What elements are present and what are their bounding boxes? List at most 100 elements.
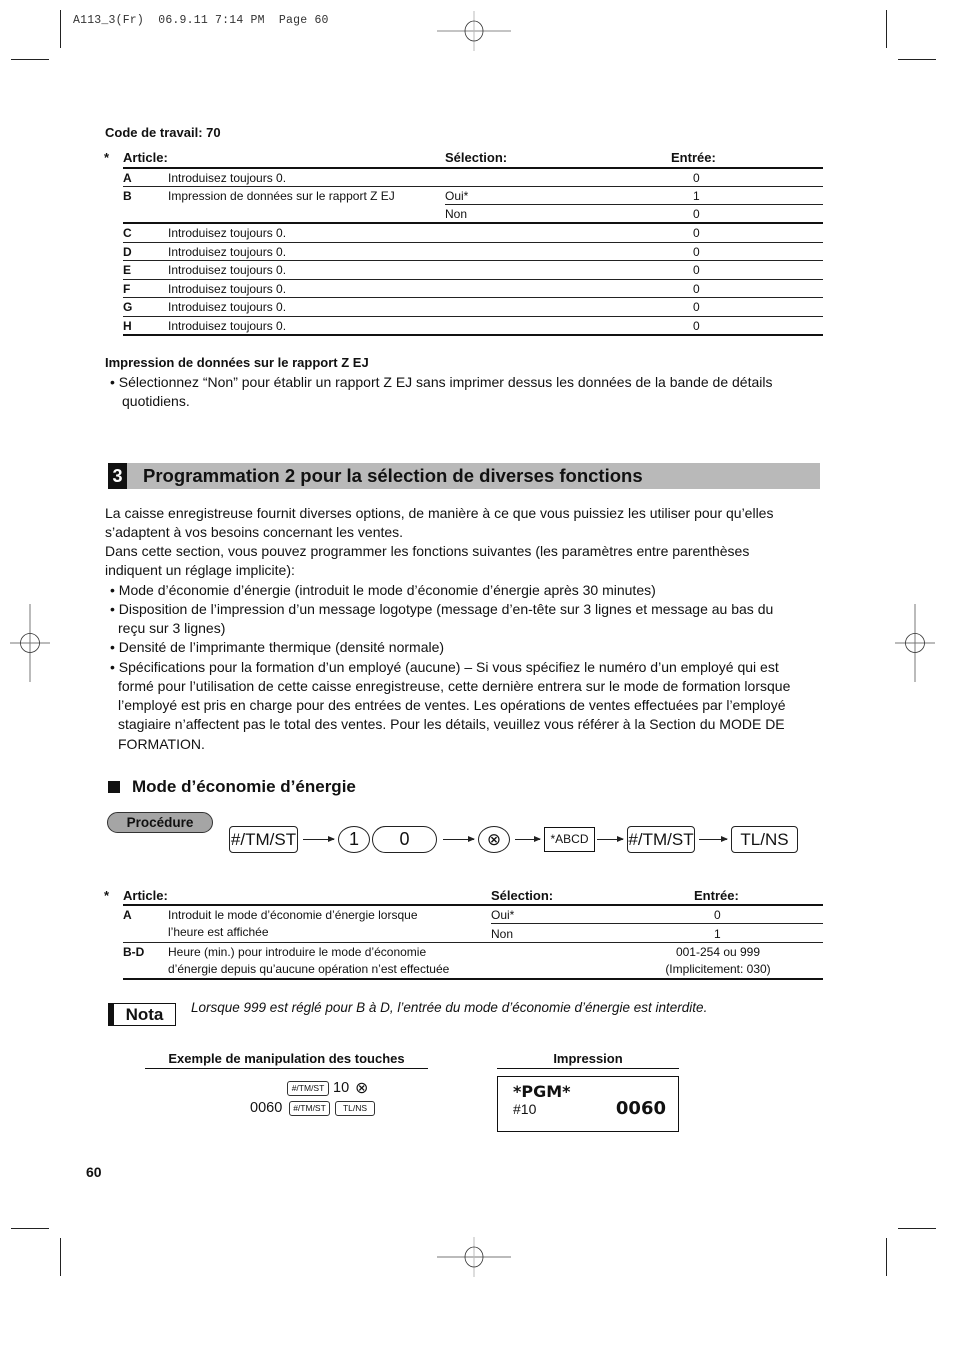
row-desc: Heure (min.) pour introduire le mode d’é… (168, 945, 427, 959)
row-key: D (123, 244, 132, 259)
crop-mark (886, 1238, 887, 1276)
feature-bullet-cont: l’employé est pris en charge pour des en… (118, 697, 786, 713)
row-desc: Introduisez toujours 0. (168, 263, 287, 277)
table-row: C Introduisez toujours 0. 0 (123, 224, 823, 243)
receipt-line1: *PGM* (513, 1082, 571, 1101)
key-tm-st: #/TM/ST (289, 1101, 330, 1116)
table-row: A Introduisez toujours 0. 0 (123, 169, 823, 187)
crop-mark (898, 1228, 936, 1229)
row-key: C (123, 226, 132, 240)
key-tl-ns: TL/NS (335, 1101, 375, 1116)
intro-line: indiquent un réglage implicite): (105, 562, 295, 578)
row-entry: 0 (714, 908, 721, 922)
table-rule (123, 942, 823, 943)
row-entry: 001-254 ou 999 (675, 945, 761, 959)
table-header: Article: Sélection: Entrée: (105, 150, 823, 168)
key-1: 1 (338, 826, 370, 853)
row-selection: Non (491, 927, 514, 941)
header-article: Article: (123, 888, 168, 903)
row-desc: Introduisez toujours 0. (168, 226, 287, 240)
header-selection: Sélection: (445, 150, 508, 165)
row-entry: 0 (693, 226, 700, 240)
header-selection: Sélection: (491, 888, 554, 903)
row-entry: 0 (693, 207, 700, 221)
row-key: H (123, 318, 132, 333)
feature-bullet: • Mode d’économie d’énergie (introduit l… (110, 582, 656, 598)
receipt-line2-right: 0060 (615, 1098, 666, 1119)
arrow-icon (303, 836, 335, 842)
feature-bullet-cont: reçu sur 3 lignes) (118, 620, 226, 636)
circled-x-icon: ⊗ (355, 1080, 369, 1097)
crop-mark (898, 59, 936, 60)
arrow-icon (515, 836, 541, 842)
example-value: 10 (333, 1080, 350, 1096)
table-row: H Introduisez toujours 0. 0 (123, 317, 823, 336)
registration-mark-left (10, 604, 50, 682)
arrow-icon (597, 836, 624, 842)
crop-mark (60, 10, 61, 48)
table-rule (123, 334, 823, 336)
row-key: F (123, 281, 131, 296)
row-desc: Introduisez toujours 0. (168, 318, 287, 333)
example-value: 0060 (250, 1100, 283, 1116)
registration-mark-right (895, 604, 935, 682)
zej-note-bullet-cont: quotidiens. (122, 393, 190, 409)
row-desc: d’énergie depuis qu’aucune opération n’e… (168, 962, 450, 976)
feature-bullet-cont: stagiaire n’affectent pas le total des v… (118, 716, 785, 732)
job-code-title: Code de travail: 70 (105, 125, 221, 140)
table-rule (123, 978, 823, 980)
table-row: G Introduisez toujours 0. 0 (123, 298, 823, 317)
table-row: F Introduisez toujours 0. 0 (123, 280, 823, 299)
table-rule (123, 904, 823, 906)
row-desc: Introduisez toujours 0. (168, 244, 287, 259)
row-entry: 0 (693, 300, 700, 314)
row-key: B-D (123, 945, 145, 959)
arrow-icon (443, 836, 475, 842)
key-tm-st: #/TM/ST (229, 826, 298, 853)
row-entry: 0 (693, 171, 700, 185)
crop-mark (886, 10, 887, 48)
job-code-table: Article: Sélection: Entrée: (105, 150, 823, 168)
registration-mark-bottom (437, 1237, 511, 1277)
row-selection: Oui* (445, 189, 469, 203)
table-rule (445, 204, 823, 205)
page-number: 60 (86, 1164, 102, 1180)
crop-mark (60, 1238, 61, 1276)
receipt-line2-left: #10 (513, 1101, 537, 1117)
zej-note-title: Impression de données sur le rapport Z E… (105, 355, 369, 370)
feature-bullet: • Densité de l’imprimante thermique (den… (110, 639, 445, 655)
feature-bullet-cont: FORMATION. (118, 736, 205, 752)
row-key: E (123, 263, 132, 277)
arrow-icon (699, 836, 728, 842)
registration-mark-top (437, 11, 511, 51)
print-slug: A113_3(Fr) 06.9.11 7:14 PM Page 60 (73, 14, 329, 27)
section-number: 3 (108, 463, 127, 489)
row-desc: Impression de données sur le rapport Z E… (168, 189, 395, 203)
key-tm-st: #/TM/ST (627, 826, 695, 853)
row-key: A (123, 171, 132, 185)
energy-mode-title: Mode d’économie d’énergie (132, 777, 356, 796)
section-title: Programmation 2 pour la sélection de div… (143, 465, 643, 486)
crop-mark (11, 1228, 49, 1229)
row-entry: 0 (693, 281, 700, 296)
receipt-printout: *PGM* #10 0060 (497, 1076, 679, 1132)
crop-mark (11, 59, 49, 60)
row-entry: 1 (714, 927, 721, 941)
row-selection: Oui* (491, 908, 515, 922)
row-entry: 1 (693, 189, 700, 203)
row-key: G (123, 300, 133, 314)
key-tl-ns: TL/NS (731, 826, 798, 853)
table-rule (491, 923, 823, 924)
row-desc: Introduisez toujours 0. (168, 171, 287, 185)
intro-line: s’adaptent à vos besoins concernant les … (105, 524, 404, 540)
row-selection: Non (445, 207, 468, 221)
table-row: E Introduisez toujours 0. 0 (123, 261, 823, 280)
row-entry: 0 (693, 318, 700, 333)
impression-title: Impression (497, 1051, 679, 1069)
row-key: A (123, 908, 132, 922)
table2-asterisk: * (104, 888, 110, 903)
header-article: Article: (123, 150, 168, 165)
key-tm-st: #/TM/ST (287, 1081, 329, 1096)
table-row: B Impression de données sur le rapport Z… (123, 187, 823, 223)
abcd-entry-box: *ABCD (544, 827, 595, 852)
